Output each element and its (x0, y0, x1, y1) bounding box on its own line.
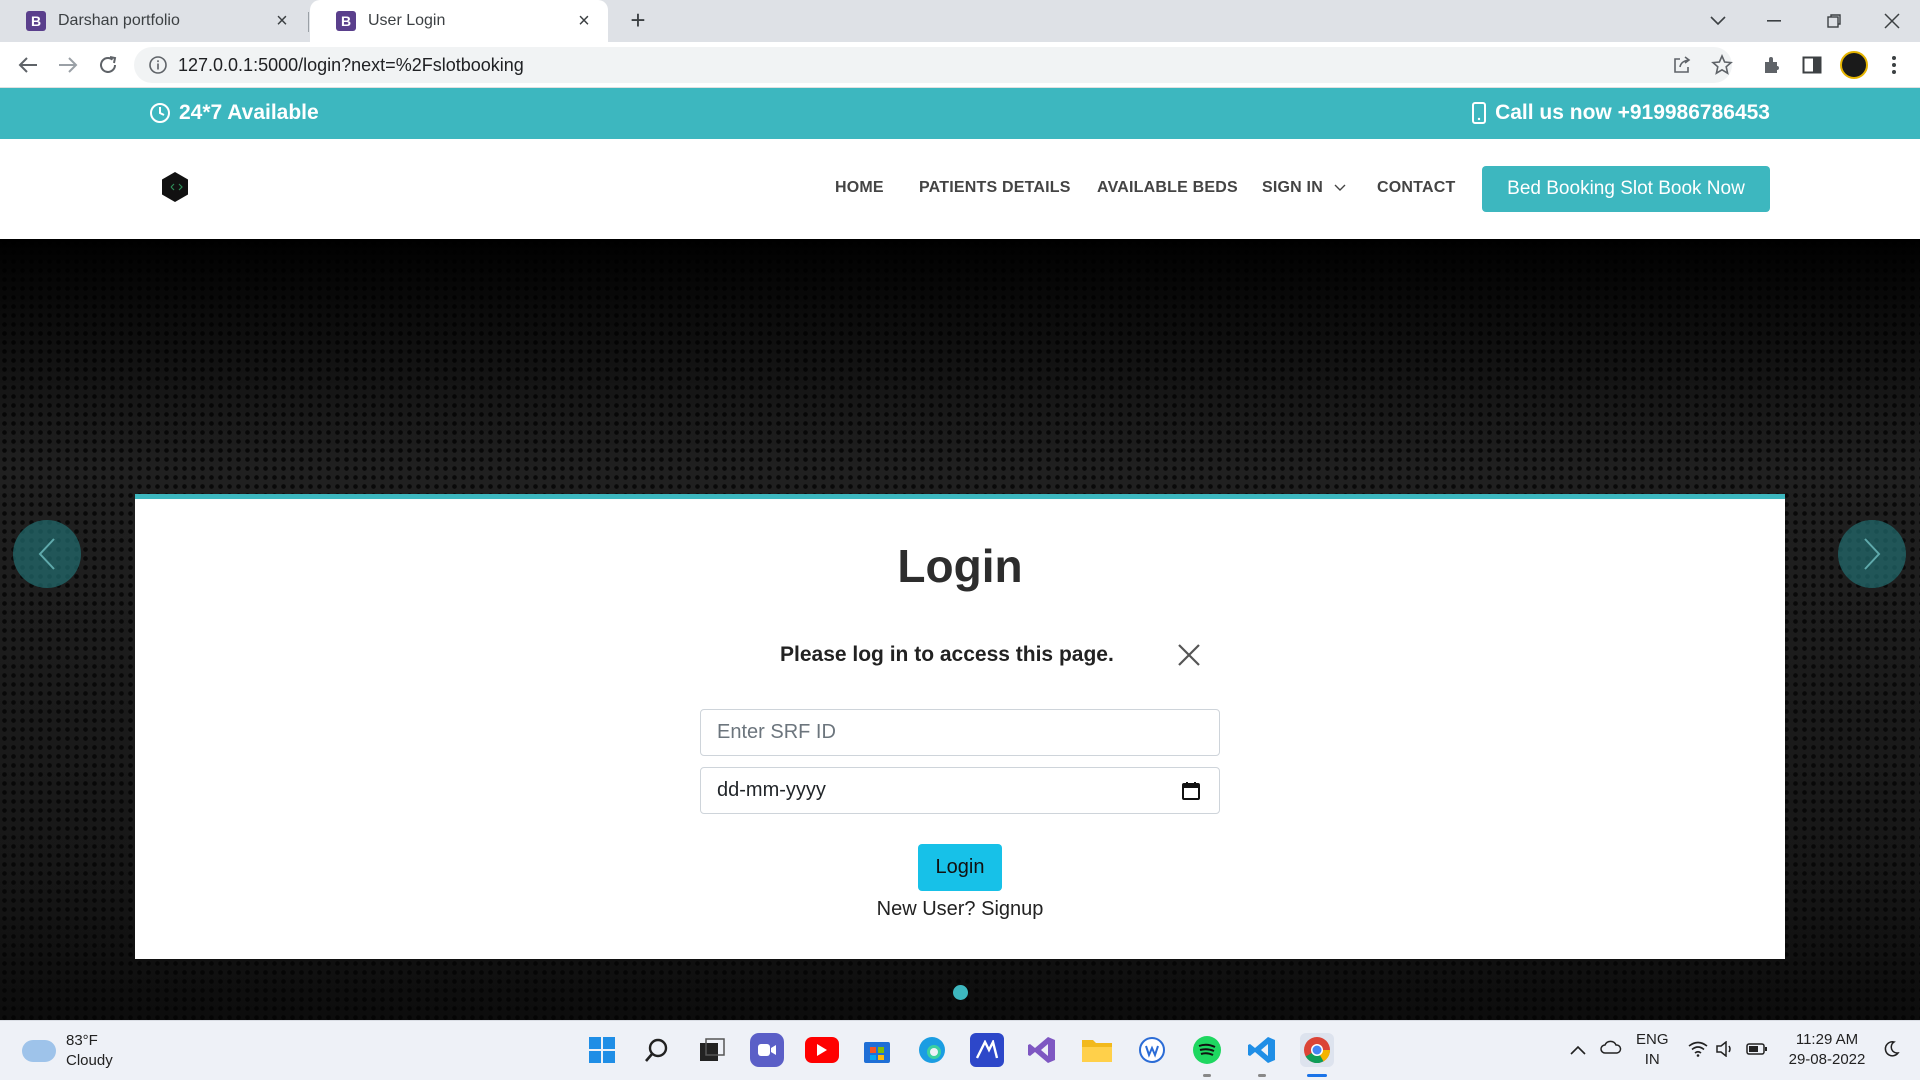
profile-avatar[interactable] (1840, 51, 1868, 79)
nav-contact[interactable]: CONTACT (1377, 179, 1455, 197)
restore-icon[interactable] (1806, 0, 1862, 42)
wifi-icon[interactable] (1688, 1041, 1708, 1062)
spotify-running-indicator (1203, 1074, 1211, 1077)
tab-title: User Login (368, 12, 446, 29)
region-code: IN (1644, 1051, 1660, 1068)
teams-chat-icon[interactable] (750, 1033, 784, 1067)
os-taskbar: 83°F Cloudy ENG IN 11:29 AM 29-08-2022 (0, 1020, 1920, 1080)
notifications-moon-icon[interactable] (1882, 1040, 1900, 1063)
tab-divider (308, 12, 309, 32)
word-app-icon[interactable] (1135, 1033, 1169, 1067)
forward-arrow-icon[interactable] (52, 49, 84, 81)
language-code: ENG (1636, 1031, 1669, 1048)
chevron-right-icon (1864, 538, 1881, 570)
cloudy-weather-icon (22, 1040, 56, 1062)
phone-icon (1472, 102, 1487, 124)
share-icon[interactable] (1668, 51, 1696, 79)
login-button[interactable]: Login (918, 844, 1002, 891)
login-title: Login (897, 540, 1023, 592)
call-text: Call us now +919986786453 (1495, 101, 1770, 124)
nav-home[interactable]: HOME (835, 179, 884, 197)
carousel-prev-button[interactable] (13, 520, 81, 588)
tab-user-login[interactable]: B User Login × (310, 0, 608, 42)
browser-toolbar: 127.0.0.1:5000/login?next=%2Fslotbooking (0, 42, 1920, 88)
vscode-running-indicator (1258, 1074, 1266, 1077)
side-panel-icon[interactable] (1798, 51, 1826, 79)
site-top-bar: 24*7 Available Call us now +919986786453 (0, 88, 1920, 139)
battery-icon[interactable] (1746, 1042, 1768, 1060)
book-slot-button[interactable]: Bed Booking Slot Book Now (1482, 166, 1770, 212)
login-card: Login Please log in to access this page.… (135, 494, 1785, 959)
browser-menu-icon[interactable] (1880, 51, 1908, 79)
chevron-down-icon (1334, 184, 1346, 191)
close-window-icon[interactable] (1864, 0, 1920, 42)
weather-widget[interactable]: 83°F Cloudy (22, 1031, 113, 1071)
reload-icon[interactable] (92, 49, 124, 81)
nav-sign-in[interactable]: SIGN IN (1262, 179, 1346, 197)
vscode-icon[interactable] (1245, 1033, 1279, 1067)
site-info-icon[interactable] (148, 55, 168, 75)
bookmark-star-icon[interactable] (1708, 51, 1736, 79)
date-placeholder: dd-mm-yyyy (717, 779, 826, 801)
volume-icon[interactable] (1716, 1040, 1736, 1062)
chevron-up-icon[interactable] (1570, 1042, 1586, 1060)
powerapps-icon[interactable] (970, 1033, 1004, 1067)
windows-start-icon[interactable] (585, 1033, 619, 1067)
minimize-icon[interactable] (1746, 0, 1802, 42)
alert-close-icon[interactable] (1175, 641, 1203, 669)
url-text: 127.0.0.1:5000/login?next=%2Fslotbooking (178, 54, 524, 75)
site-logo-icon[interactable] (161, 171, 189, 203)
browser-tab-strip: B Darshan portfolio × B User Login × + (0, 0, 1920, 42)
microsoft-store-icon[interactable] (860, 1033, 894, 1067)
weather-temp: 83°F (66, 1032, 98, 1049)
nav-available-beds[interactable]: AVAILABLE BEDS (1097, 179, 1238, 197)
nav-sign-in-label: SIGN IN (1262, 179, 1323, 196)
site-navbar: HOME PATIENTS DETAILS AVAILABLE BEDS SIG… (0, 139, 1920, 239)
signup-link[interactable]: New User? Signup (135, 898, 1785, 921)
system-date: 29-08-2022 (1788, 1051, 1866, 1068)
chevron-left-icon (38, 538, 55, 570)
youtube-icon[interactable] (805, 1037, 839, 1063)
tab-darshan-portfolio[interactable]: B Darshan portfolio × (0, 0, 306, 42)
date-input[interactable]: dd-mm-yyyy (700, 767, 1220, 814)
login-alert-message: Please log in to access this page. (780, 643, 1114, 666)
tab-close-icon[interactable]: × (574, 11, 594, 31)
search-icon[interactable] (640, 1033, 674, 1067)
tab-title: Darshan portfolio (58, 12, 180, 29)
weather-desc: Cloudy (66, 1052, 113, 1069)
spotify-icon[interactable] (1190, 1033, 1224, 1067)
tab-close-icon[interactable]: × (272, 11, 292, 31)
new-tab-plus-icon[interactable]: + (623, 6, 653, 36)
edge-browser-icon[interactable] (915, 1033, 949, 1067)
address-bar[interactable]: 127.0.0.1:5000/login?next=%2Fslotbooking (134, 47, 1732, 83)
tab-search-chevron-icon[interactable] (1690, 0, 1746, 42)
availability-info: 24*7 Available (149, 101, 319, 125)
task-view-icon[interactable] (695, 1033, 729, 1067)
call-info[interactable]: Call us now +919986786453 (1471, 101, 1770, 125)
onedrive-cloud-icon[interactable] (1600, 1040, 1622, 1059)
carousel-indicator[interactable] (953, 985, 968, 1000)
availability-text: 24*7 Available (179, 101, 319, 124)
bootstrap-favicon-icon: B (26, 11, 46, 31)
language-indicator[interactable]: ENG IN (1636, 1030, 1669, 1070)
bootstrap-favicon-icon: B (336, 11, 356, 31)
chrome-active-indicator (1307, 1074, 1327, 1077)
system-time: 11:29 AM (1795, 1031, 1859, 1048)
calendar-icon[interactable] (1181, 781, 1201, 801)
nav-patients-details[interactable]: PATIENTS DETAILS (919, 179, 1071, 197)
carousel-next-button[interactable] (1838, 520, 1906, 588)
srf-id-input[interactable]: Enter SRF ID (700, 709, 1220, 756)
clock-icon (150, 103, 170, 123)
file-explorer-icon[interactable] (1080, 1033, 1114, 1067)
extensions-puzzle-icon[interactable] (1758, 51, 1786, 79)
clock-date[interactable]: 11:29 AM 29-08-2022 (1782, 1030, 1872, 1070)
visual-studio-icon[interactable] (1025, 1033, 1059, 1067)
back-arrow-icon[interactable] (12, 49, 44, 81)
chrome-icon[interactable] (1300, 1033, 1334, 1067)
